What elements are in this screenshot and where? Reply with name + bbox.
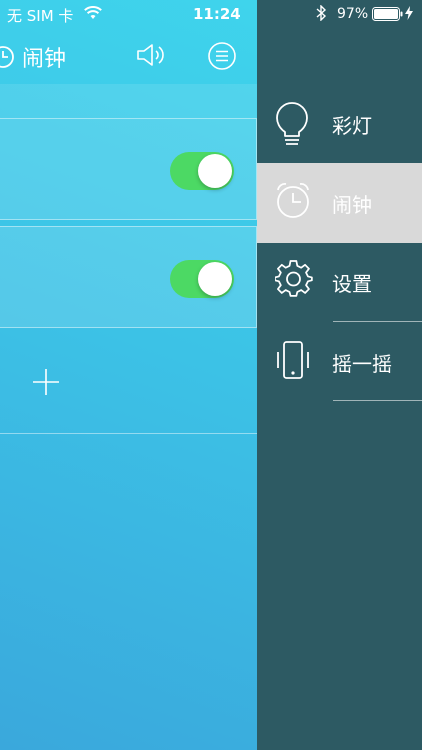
alarm-toggle[interactable] [170, 152, 234, 190]
alarm-clock-icon [275, 181, 311, 223]
page-title: 闹钟 [22, 47, 67, 72]
list-header [0, 84, 257, 118]
divider [0, 433, 257, 434]
battery-percent: 97% [337, 6, 369, 22]
side-menu-item-settings[interactable]: 设置 [257, 242, 422, 322]
side-menu-item-label: 彩灯 [332, 114, 372, 138]
main-panel: 无 SIM 卡 11:24 闹钟 [0, 0, 257, 750]
side-menu-item-alarm[interactable]: 闹钟 [257, 163, 422, 243]
battery-icon [372, 7, 404, 25]
divider [333, 400, 422, 401]
plus-icon [33, 369, 59, 395]
status-time: 11:24 [193, 5, 241, 23]
alarm-toggle[interactable] [170, 260, 234, 298]
bluetooth-icon [316, 4, 327, 25]
nav-bar: 闹钟 [0, 28, 257, 84]
toggle-knob [198, 262, 232, 296]
side-menu-item-label: 闹钟 [332, 193, 372, 217]
speaker-icon[interactable] [135, 41, 167, 73]
side-menu-item-label: 设置 [332, 272, 372, 296]
menu-icon[interactable] [207, 41, 237, 75]
side-menu-item-lights[interactable]: 彩灯 [257, 84, 422, 164]
side-menu-item-label: 摇一摇 [332, 352, 392, 376]
toggle-knob [198, 154, 232, 188]
phone-shake-icon [275, 340, 311, 386]
charging-icon [405, 6, 413, 24]
gear-icon [274, 260, 313, 302]
add-alarm-button[interactable] [32, 368, 60, 400]
status-bar-right: 97% [257, 0, 422, 28]
alarm-row[interactable] [0, 226, 257, 328]
side-menu: 97% 彩灯 闹钟 设置 摇一摇 [257, 0, 422, 750]
wifi-icon [84, 6, 102, 24]
alarm-row[interactable] [0, 118, 257, 220]
side-menu-item-shake[interactable]: 摇一摇 [257, 322, 422, 402]
alarm-clock-icon [0, 43, 16, 73]
carrier-label: 无 SIM 卡 [7, 7, 74, 25]
status-bar-left: 无 SIM 卡 11:24 [0, 0, 257, 28]
lightbulb-icon [275, 102, 309, 152]
